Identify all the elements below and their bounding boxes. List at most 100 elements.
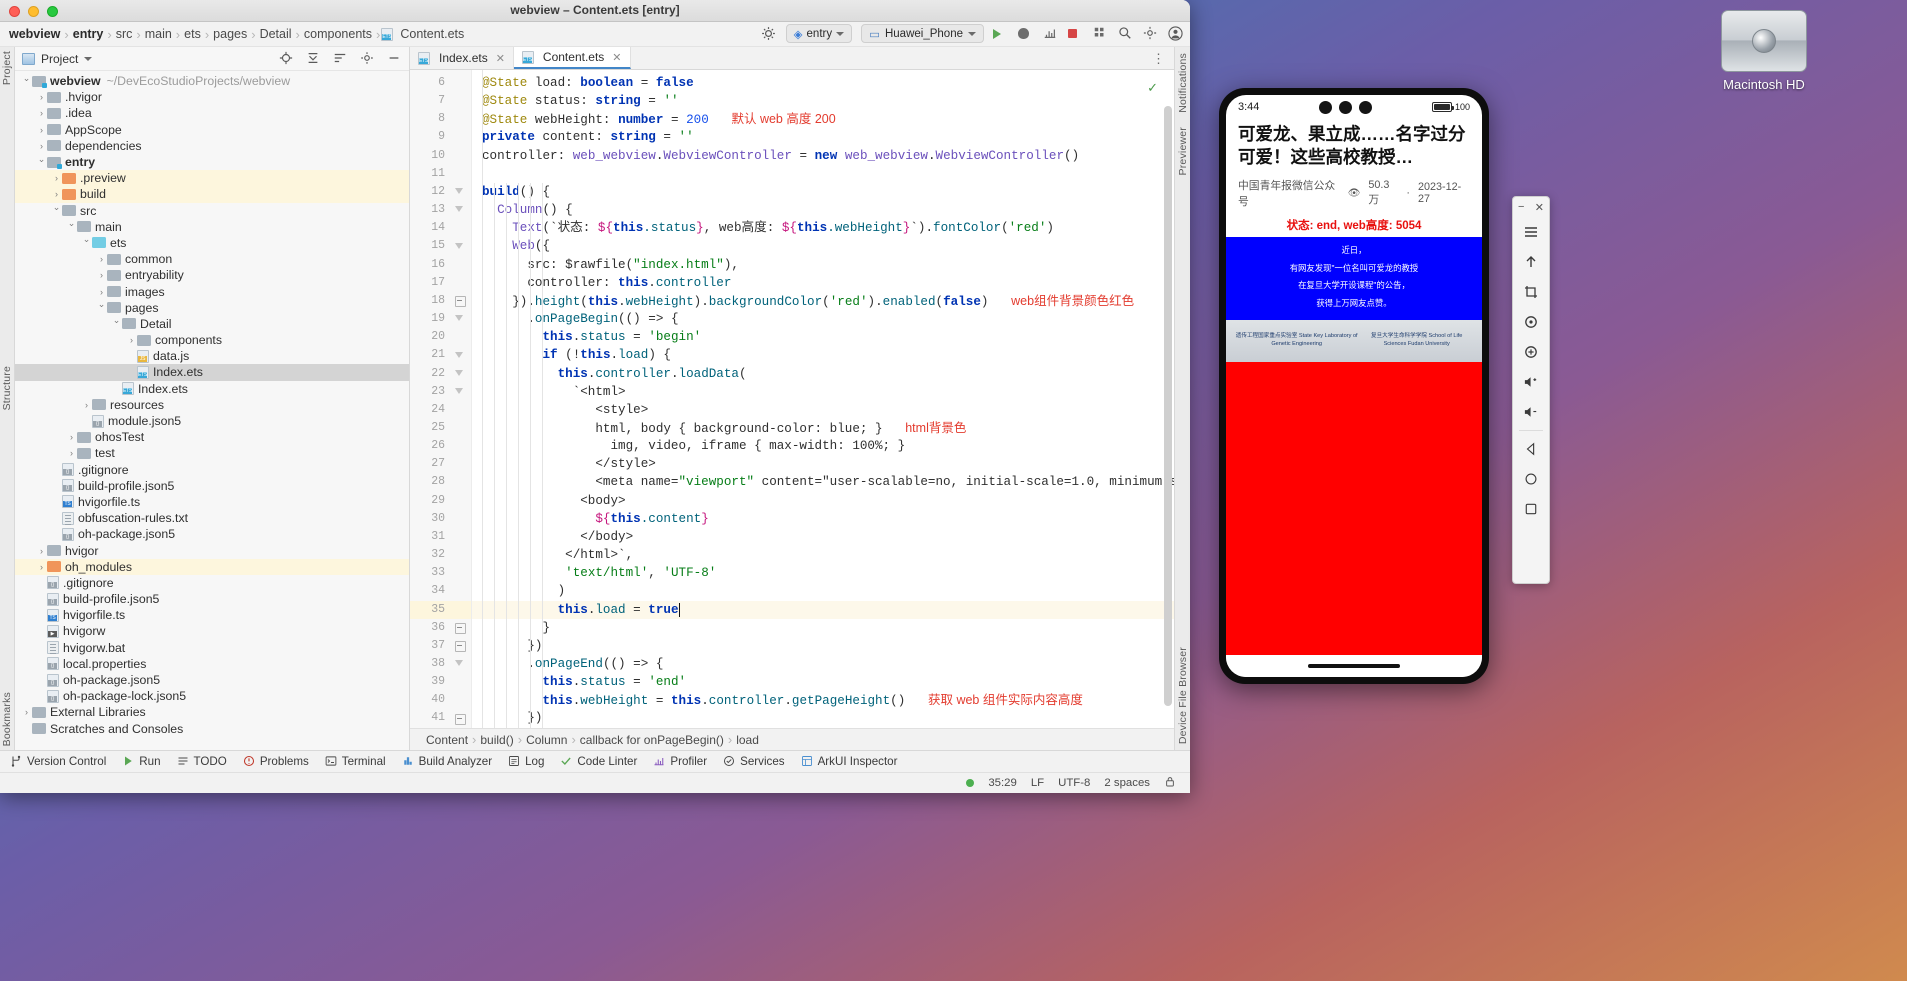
tree-item[interactable]: {} build-profile.json5: [15, 478, 409, 494]
code-line[interactable]: this.status = 'end': [472, 673, 1174, 691]
tree-item[interactable]: {} local.properties: [15, 656, 409, 672]
crumb-class[interactable]: Content: [426, 733, 468, 747]
editor-tab-index[interactable]: ETS Index.ets ✕: [410, 47, 514, 69]
collapse-arrow-icon[interactable]: [81, 237, 92, 248]
search-icon[interactable]: [1118, 26, 1134, 42]
collapse-all-icon[interactable]: [306, 51, 322, 67]
rail-label-notifications[interactable]: Notifications: [1177, 53, 1189, 113]
line-separator[interactable]: LF: [1031, 777, 1044, 789]
tree-item[interactable]: {} module.json5: [15, 413, 409, 429]
crumb-callback[interactable]: callback for onPageBegin(): [580, 733, 724, 747]
code-line[interactable]: this.controller.loadData(: [472, 365, 1174, 383]
expand-arrow-icon[interactable]: [36, 141, 47, 151]
debug-icon[interactable]: [1018, 26, 1034, 42]
volume-up-icon[interactable]: [1516, 367, 1546, 397]
back-icon[interactable]: [1516, 434, 1546, 464]
collapse-arrow-icon[interactable]: [51, 205, 62, 216]
code-fold-toggle[interactable]: [455, 659, 464, 668]
code-line[interactable]: @State webHeight: number = 200 默认 web 高度…: [472, 110, 1174, 128]
bottom-tool-todo[interactable]: TODO: [177, 755, 227, 768]
breadcrumb-item[interactable]: pages: [210, 27, 250, 41]
expand-arrow-icon[interactable]: [96, 254, 107, 264]
tree-item[interactable]: External Libraries: [15, 704, 409, 720]
code-line[interactable]: }): [472, 709, 1174, 727]
tree-item[interactable]: .preview: [15, 170, 409, 187]
scrollbar-thumb[interactable]: [1164, 106, 1172, 706]
caret-position[interactable]: 35:29: [988, 777, 1017, 789]
rail-label-bookmarks[interactable]: Bookmarks: [1, 692, 13, 746]
gear-icon[interactable]: [761, 26, 777, 42]
list-icon[interactable]: [1516, 217, 1546, 247]
tree-item[interactable]: TS hvigorfile.ts: [15, 607, 409, 623]
stop-icon[interactable]: [1068, 26, 1084, 42]
breadcrumb-item[interactable]: webview: [6, 27, 63, 41]
code-line[interactable]: }).height(this.webHeight).backgroundColo…: [472, 292, 1174, 310]
volume-down-icon[interactable]: [1516, 397, 1546, 427]
minimize-icon[interactable]: −: [1518, 201, 1524, 214]
tree-item[interactable]: ets: [15, 235, 409, 251]
expand-arrow-icon[interactable]: [81, 400, 92, 410]
profile-avatar-icon[interactable]: [1168, 25, 1184, 42]
rail-label-structure[interactable]: Structure: [1, 366, 13, 410]
run-icon[interactable]: [993, 26, 1009, 42]
tree-item[interactable]: resources: [15, 397, 409, 413]
rail-label-project[interactable]: Project: [1, 51, 13, 85]
tree-item[interactable]: JS data.js: [15, 348, 409, 364]
code-fold-toggle[interactable]: [455, 242, 464, 251]
code-line[interactable]: <style>: [472, 401, 1174, 419]
code-line[interactable]: <body>: [472, 492, 1174, 510]
code-lines[interactable]: @State load: boolean = false @State statu…: [472, 70, 1174, 728]
bottom-tool-build-analyzer[interactable]: Build Analyzer: [402, 755, 492, 768]
tree-item[interactable]: hvigorw.bat: [15, 640, 409, 656]
tree-item[interactable]: common: [15, 251, 409, 267]
breadcrumb-item[interactable]: main: [142, 27, 175, 41]
close-icon[interactable]: ✕: [1535, 201, 1544, 214]
tree-item[interactable]: obfuscation-rules.txt: [15, 510, 409, 526]
grid-icon[interactable]: [1093, 26, 1109, 42]
lock-icon[interactable]: [1164, 775, 1180, 791]
expand-arrow-icon[interactable]: [36, 562, 47, 572]
tree-item[interactable]: pages: [15, 300, 409, 316]
crumb-column[interactable]: Column: [526, 733, 567, 747]
expand-arrow-icon[interactable]: [36, 108, 47, 118]
hide-panel-icon[interactable]: [387, 51, 403, 67]
phone-screen[interactable]: 3:44 100 可爱龙、果立成……名字过分可爱！这些高校教授… 中国青年报微信…: [1226, 95, 1482, 677]
tree-item[interactable]: {} oh-package.json5: [15, 672, 409, 688]
breadcrumb-item[interactable]: Content.ets: [397, 27, 467, 41]
code-line[interactable]: src: $rawfile("index.html"),: [472, 256, 1174, 274]
code-line[interactable]: if (!this.load) {: [472, 346, 1174, 364]
tree-item[interactable]: {} oh-package-lock.json5: [15, 688, 409, 704]
code-line[interactable]: ${this.content}: [472, 510, 1174, 528]
tree-item[interactable]: webview ~/DevEcoStudioProjects/webview: [15, 73, 409, 89]
expand-arrow-icon[interactable]: [21, 707, 32, 717]
device-selector[interactable]: ▭ Huawei_Phone: [861, 24, 984, 43]
file-encoding[interactable]: UTF-8: [1058, 777, 1090, 789]
tree-item[interactable]: Scratches and Consoles: [15, 721, 409, 737]
tree-item[interactable]: oh_modules: [15, 558, 409, 575]
code-fold-toggle[interactable]: [455, 387, 464, 396]
tree-item[interactable]: AppScope: [15, 122, 409, 138]
code-line[interactable]: this.status = 'begin': [472, 328, 1174, 346]
inspection-status-icon[interactable]: ✓: [1147, 80, 1158, 96]
tree-item[interactable]: hvigor: [15, 542, 409, 558]
tree-item[interactable]: images: [15, 283, 409, 299]
home-icon[interactable]: [1516, 464, 1546, 494]
breadcrumb-item[interactable]: ets: [181, 27, 204, 41]
chevron-down-icon[interactable]: [84, 56, 93, 61]
tree-item[interactable]: main: [15, 219, 409, 235]
tree-item[interactable]: .idea: [15, 105, 409, 121]
code-line[interactable]: .onPageBegin(() => {: [472, 310, 1174, 328]
expand-arrow-icon[interactable]: [36, 125, 47, 135]
code-line[interactable]: 'text/html', 'UTF-8': [472, 564, 1174, 582]
sort-icon[interactable]: [333, 51, 349, 67]
code-line[interactable]: }: [472, 619, 1174, 637]
code-fold-toggle[interactable]: [455, 623, 466, 635]
phone-home-indicator[interactable]: [1226, 655, 1482, 677]
expand-arrow-icon[interactable]: [66, 432, 77, 442]
collapse-arrow-icon[interactable]: [111, 318, 122, 329]
code-fold-toggle[interactable]: [455, 296, 466, 308]
code-fold-toggle[interactable]: [455, 713, 466, 725]
tree-item[interactable]: components: [15, 332, 409, 348]
expand-arrow-icon[interactable]: [126, 335, 137, 345]
tree-item[interactable]: build: [15, 186, 409, 203]
